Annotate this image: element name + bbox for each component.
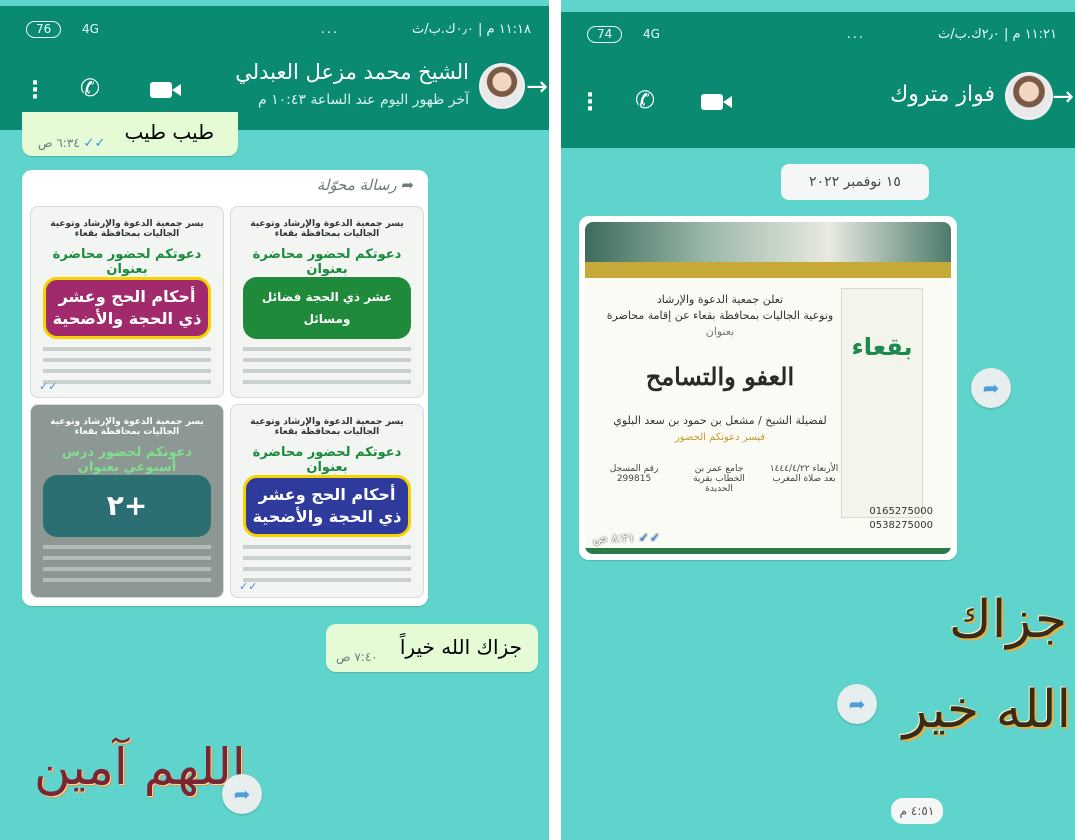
more-images-tile[interactable]: يسر جمعية الدعوة والإرشاد وتوعية الجاليا… — [30, 404, 224, 598]
battery-indicator: 74 — [587, 25, 623, 43]
contact-name[interactable]: فواز متروك — [890, 82, 995, 107]
avatar[interactable] — [479, 63, 525, 109]
logo-panel: بقعاء — [841, 288, 923, 518]
more-count: +٢ — [43, 475, 211, 537]
forwarded-album-bubble[interactable]: ➦ رسالة محوّلة يسر جمعية الدعوة والإرشاد… — [22, 170, 428, 606]
sticker-amen[interactable]: اللهم آمين — [34, 738, 246, 796]
avatar[interactable] — [1005, 72, 1053, 120]
message-time: ٧:٤٠ ص — [336, 650, 378, 664]
more-options-icon[interactable]: · · · — [28, 73, 42, 109]
sticker-jazak[interactable]: جزاك الله خير — [901, 590, 1071, 790]
phone-icon[interactable]: ✆ — [635, 86, 655, 114]
video-call-icon[interactable] — [701, 94, 732, 110]
read-ticks-icon: ✓✓ — [39, 380, 58, 393]
video-call-icon[interactable] — [150, 82, 181, 98]
lecture-title: العفو والتسامح — [645, 362, 795, 391]
message-bubble-prev[interactable]: طيب طيب ✓✓ ٦:٣٤ ص — [22, 112, 238, 156]
read-ticks-icon: ✓✓ — [638, 531, 665, 546]
message-bubble-reply[interactable]: جزاك الله خيراً ٧:٤٠ ص — [326, 624, 538, 672]
contact-name[interactable]: الشيخ محمد مزعل العبدلي — [235, 60, 469, 84]
forward-icon[interactable]: ➦ — [971, 368, 1011, 408]
logo-text: بقعاء — [851, 333, 913, 361]
more-options-icon[interactable]: · · · — [583, 85, 597, 121]
signal-icon: 4G — [643, 27, 660, 41]
welcome-text: فيسر دعوتكم الحضور — [674, 432, 766, 443]
last-seen: آخر ظهور اليوم عند الساعة ١٠:٤٣ م — [257, 92, 469, 108]
message-time: ✓✓ ٨:٢١ ص — [593, 531, 665, 546]
chat-header: → فواز متروك ✆ · · · — [561, 56, 1075, 148]
forwarded-label: ➦ رسالة محوّلة — [316, 176, 414, 194]
battery-indicator: 76 — [26, 20, 62, 38]
invitation-image[interactable]: بقعاء تعلن جمعية الدعوة والإرشاد وتوعية … — [585, 222, 951, 554]
status-time: ١١:١٨ م | ٠٫٠ك.ب/ث — [411, 21, 531, 37]
forward-icon[interactable]: ➦ — [222, 774, 262, 814]
left-chat-screen: 76 4G ... ١١:١٨ م | ٠٫٠ك.ب/ث → الشيخ محم… — [0, 0, 549, 840]
message-text: طيب طيب — [124, 120, 214, 144]
flyer-image[interactable]: يسر جمعية الدعوة والإرشاد وتوعية الجاليا… — [30, 206, 224, 398]
read-ticks-icon: ✓✓ — [83, 136, 110, 151]
flyer-image[interactable]: يسر جمعية الدعوة والإرشاد وتوعية الجاليا… — [230, 206, 424, 398]
status-overflow: ... — [846, 26, 865, 42]
forward-icon: ➦ — [401, 176, 414, 194]
phone-number: 0165275000 — [869, 506, 933, 517]
invite-text: تعلن جمعية الدعوة والإرشاد وتوعية الجالي… — [606, 293, 834, 338]
forward-icon[interactable]: ➦ — [837, 684, 877, 724]
status-overflow: ... — [320, 21, 339, 37]
status-bar: 74 4G ... ١١:٢١ م | ٢٫٠ك.ب/ث — [561, 12, 1075, 56]
image-message-bubble[interactable]: بقعاء تعلن جمعية الدعوة والإرشاد وتوعية … — [579, 216, 957, 560]
message-time: ✓✓ ٦:٣٤ ص — [38, 136, 110, 151]
date-chip: ١٥ نوفمبر ٢٠٢٢ — [781, 164, 929, 200]
message-time: ٤:٥١ م — [891, 798, 943, 824]
flyer-image[interactable]: يسر جمعية الدعوة والإرشاد وتوعية الجاليا… — [230, 404, 424, 598]
message-text: جزاك الله خيراً — [399, 635, 522, 659]
signal-icon: 4G — [82, 22, 99, 36]
details-row: الأربعاء ١٤٤٤/٤/٢٢ بعد صلاة المغرب جامع … — [609, 464, 839, 494]
speaker: لفضيلة الشيخ / مشعل بن حمود بن سعد البلو… — [613, 414, 827, 427]
phone-number: 0538275000 — [869, 520, 933, 531]
right-chat-screen: 74 4G ... ١١:٢١ م | ٢٫٠ك.ب/ث → فواز مترو… — [561, 0, 1075, 840]
phone-icon[interactable]: ✆ — [80, 74, 100, 102]
status-time: ١١:٢١ م | ٢٫٠ك.ب/ث — [937, 26, 1057, 42]
read-ticks-icon: ✓✓ — [239, 580, 258, 593]
back-arrow-icon[interactable]: → — [1051, 82, 1075, 112]
back-arrow-icon[interactable]: → — [525, 72, 549, 102]
